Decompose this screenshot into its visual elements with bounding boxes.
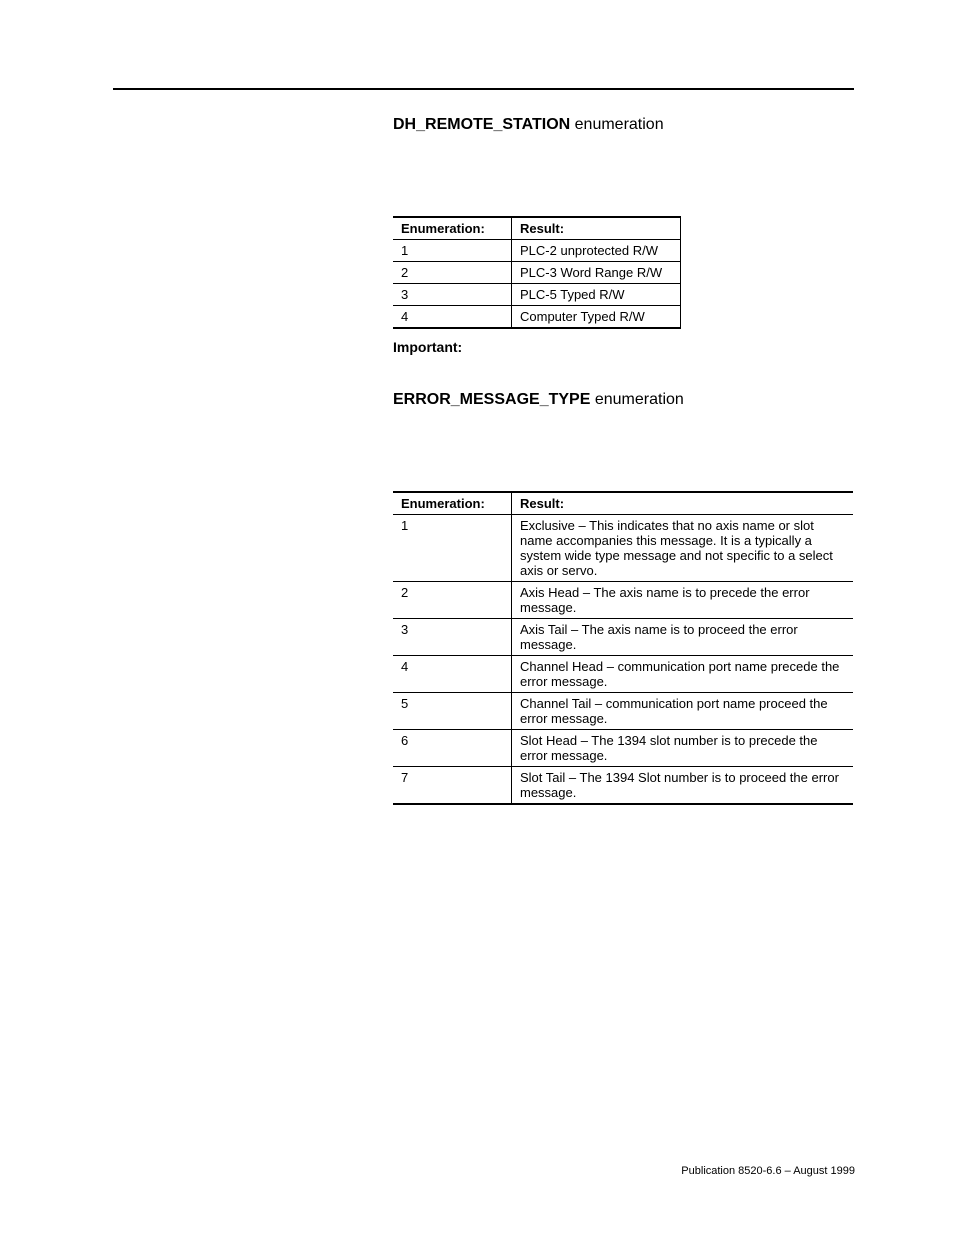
spacer [393,415,853,491]
important-label: Important: [393,339,853,355]
table-row: 1 PLC-2 unprotected R/W [393,240,681,262]
cell-enum: 7 [393,767,512,805]
cell-enum: 5 [393,693,512,730]
col-enumeration: Enumeration: [393,492,512,515]
cell-result: Slot Tail – The 1394 Slot number is to p… [512,767,854,805]
enumeration-word-1: enumeration [575,116,664,133]
cell-enum: 2 [393,262,512,284]
spacer [393,369,853,391]
table-row: 3 PLC-5 Typed R/W [393,284,681,306]
spacer [393,140,853,216]
table-row: 6 Slot Head – The 1394 slot number is to… [393,730,853,767]
col-result: Result: [512,492,854,515]
section1-title-bold: DH_REMOTE_STATION [393,116,570,133]
cell-enum: 3 [393,284,512,306]
cell-enum: 4 [393,306,512,329]
table-row: 7 Slot Tail – The 1394 Slot number is to… [393,767,853,805]
page: DH_REMOTE_STATION enumeration Enumeratio… [0,0,954,1235]
cell-enum: 4 [393,656,512,693]
cell-result: Channel Tail – communication port name p… [512,693,854,730]
table-row: 2 Axis Head – The axis name is to preced… [393,582,853,619]
enumeration-word-2: enumeration [595,391,684,408]
table-row: 2 PLC-3 Word Range R/W [393,262,681,284]
table-row: 4 Channel Head – communication port name… [393,656,853,693]
cell-enum: 1 [393,240,512,262]
error-message-type-table: Enumeration: Result: 1 Exclusive – This … [393,491,853,805]
table-header-row: Enumeration: Result: [393,217,681,240]
cell-enum: 3 [393,619,512,656]
table-row: 1 Exclusive – This indicates that no axi… [393,515,853,582]
table-row: 3 Axis Tail – The axis name is to procee… [393,619,853,656]
section2-title-bold: ERROR_MESSAGE_TYPE [393,391,590,408]
dh-remote-station-table: Enumeration: Result: 1 PLC-2 unprotected… [393,216,681,329]
content-column: DH_REMOTE_STATION enumeration Enumeratio… [393,116,853,805]
cell-result: Computer Typed R/W [512,306,681,329]
cell-enum: 6 [393,730,512,767]
cell-result: Channel Head – communication port name p… [512,656,854,693]
section1-heading: DH_REMOTE_STATION enumeration [393,116,853,134]
table-row: 4 Computer Typed R/W [393,306,681,329]
cell-result: Axis Tail – The axis name is to proceed … [512,619,854,656]
col-enumeration: Enumeration: [393,217,512,240]
cell-result: PLC-5 Typed R/W [512,284,681,306]
cell-result: PLC-2 unprotected R/W [512,240,681,262]
cell-result: Slot Head – The 1394 slot number is to p… [512,730,854,767]
footer-publication: Publication 8520-6.6 – August 1999 [681,1165,855,1177]
cell-result: Axis Head – The axis name is to precede … [512,582,854,619]
table-header-row: Enumeration: Result: [393,492,853,515]
col-result: Result: [512,217,681,240]
cell-result: PLC-3 Word Range R/W [512,262,681,284]
cell-result: Exclusive – This indicates that no axis … [512,515,854,582]
cell-enum: 2 [393,582,512,619]
header-rule [113,88,854,90]
table-row: 5 Channel Tail – communication port name… [393,693,853,730]
section2-heading: ERROR_MESSAGE_TYPE enumeration [393,391,853,409]
cell-enum: 1 [393,515,512,582]
